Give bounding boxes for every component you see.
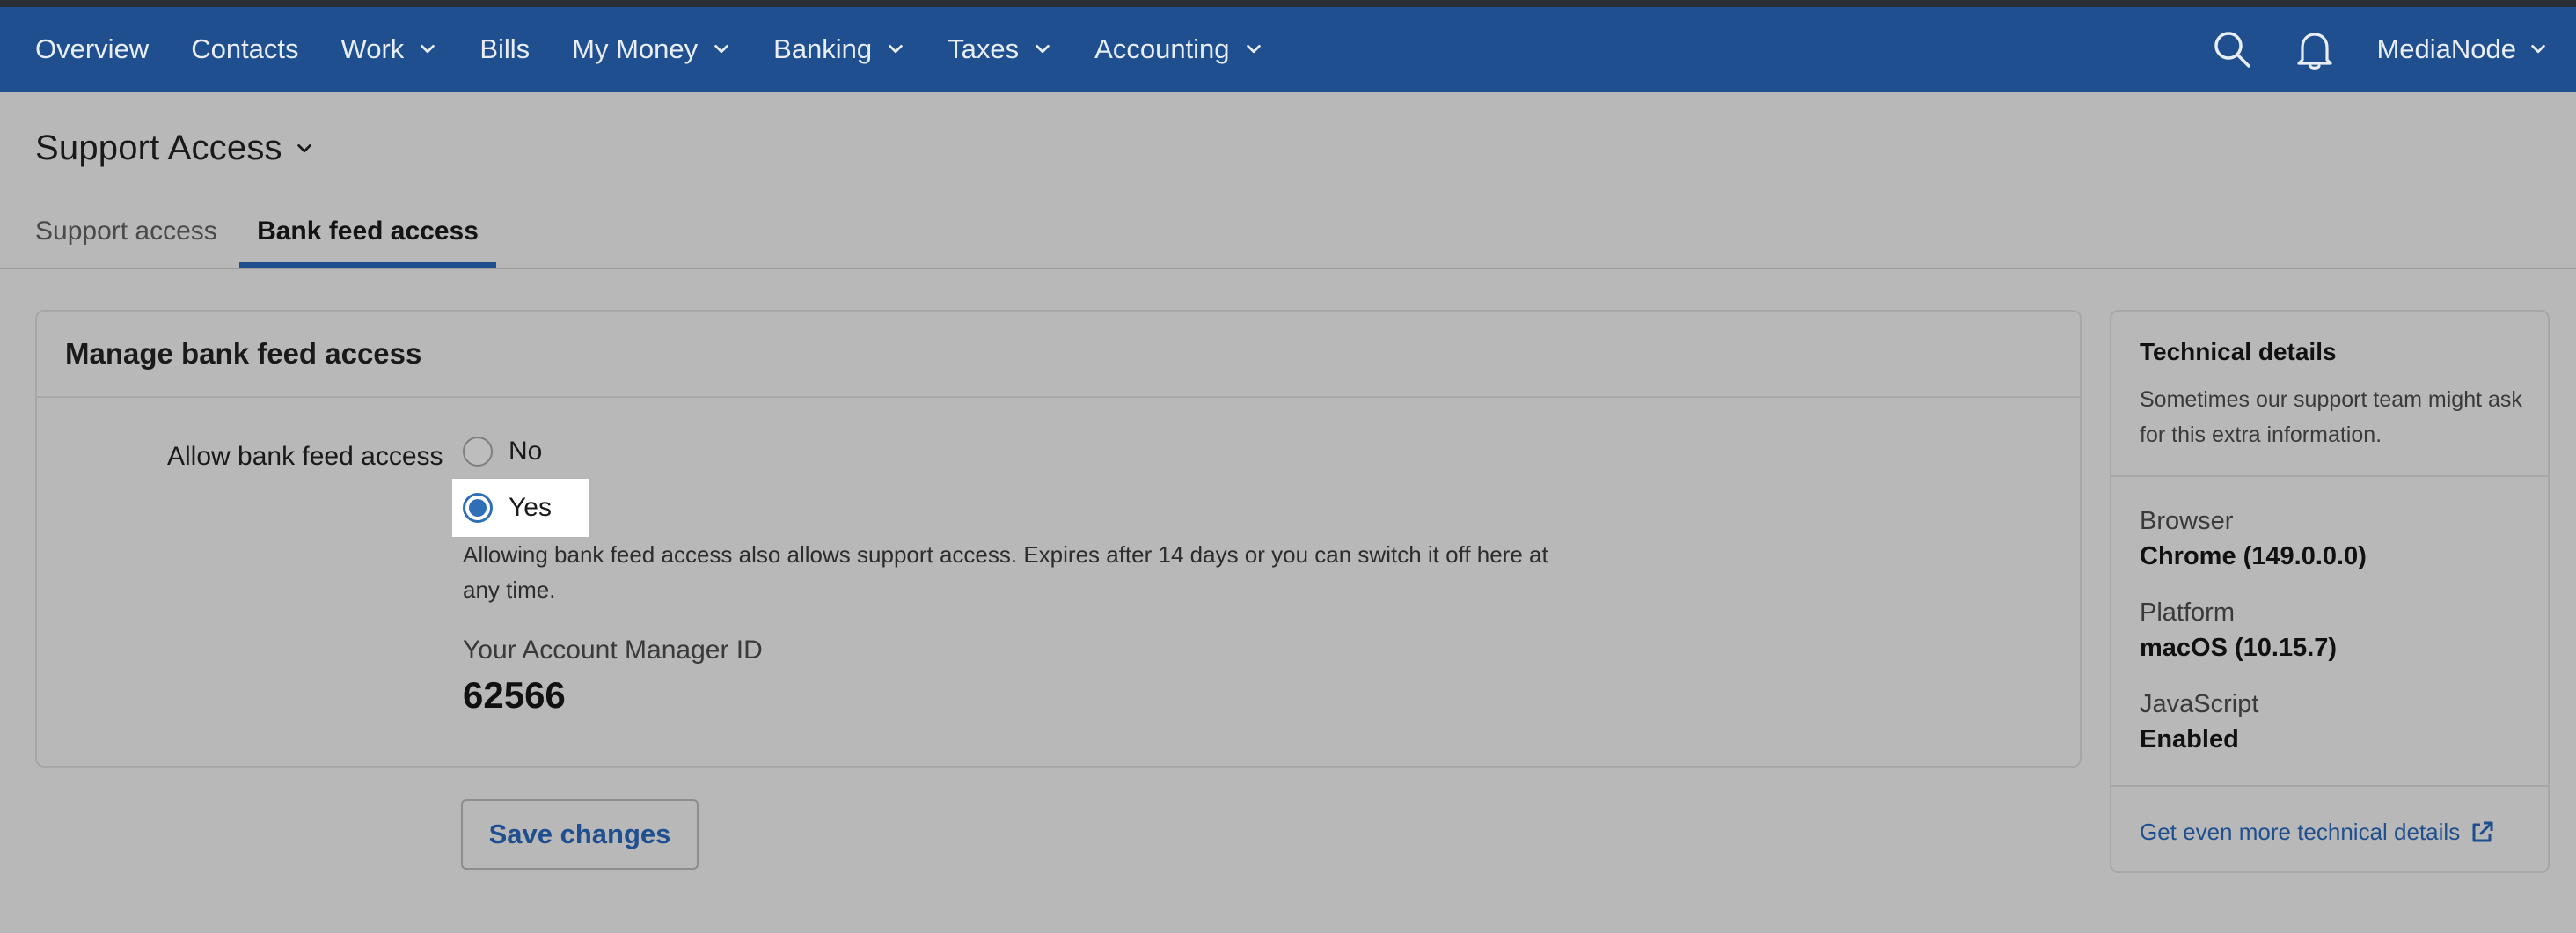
technical-details-description: Sometimes our support team might ask for… — [2140, 387, 2522, 447]
nav-item-accounting[interactable]: Accounting — [1094, 33, 1262, 65]
radio-option-no[interactable]: No — [463, 437, 542, 466]
browser-value: Chrome (149.0.0.0) — [2140, 542, 2367, 570]
nav-item-label: Taxes — [948, 33, 1020, 64]
javascript-label: JavaScript — [2140, 690, 2259, 718]
nav-item-label: Accounting — [1094, 33, 1230, 64]
nav-item-label: Bills — [479, 33, 531, 64]
allow-bank-feed-label: Allow bank feed access — [167, 442, 443, 471]
save-changes-button[interactable]: Save changes — [461, 799, 699, 870]
nav-item-label: Overview — [35, 33, 150, 64]
radio-label: Yes — [509, 493, 552, 522]
platform-value: macOS (10.15.7) — [2140, 634, 2338, 662]
panel-header: Manage bank feed access — [37, 312, 2080, 398]
panel-title: Manage bank feed access — [65, 337, 422, 370]
nav-item-contacts[interactable]: Contacts — [191, 33, 298, 65]
divider — [2111, 475, 2548, 477]
radio-button-unselected[interactable] — [463, 437, 493, 466]
more-technical-details-link[interactable]: Get even more technical details — [2140, 819, 2495, 846]
nav-menu: Overview Contacts Work Bills My Money Ba… — [35, 7, 1306, 92]
chevron-down-icon — [714, 44, 728, 54]
save-button-label: Save changes — [488, 819, 671, 849]
nav-item-my-money[interactable]: My Money — [572, 33, 731, 65]
chevron-down-icon — [2531, 44, 2545, 54]
radio-dot — [469, 499, 487, 517]
nav-item-label: Work — [340, 33, 405, 64]
chevron-down-icon — [1036, 44, 1050, 54]
top-navigation-bar: Overview Contacts Work Bills My Money Ba… — [0, 7, 2576, 92]
bell-icon[interactable] — [2294, 28, 2336, 70]
tab-label: Support access — [35, 217, 217, 246]
nav-item-label: My Money — [572, 33, 699, 64]
account-manager-id: 62566 — [463, 674, 566, 716]
nav-item-bills[interactable]: Bills — [479, 33, 530, 65]
page-title: Support Access — [35, 129, 282, 167]
chevron-down-icon — [1246, 44, 1261, 54]
help-text: Allowing bank feed access also allows su… — [463, 541, 1548, 603]
user-menu[interactable]: MediaNode — [2376, 33, 2548, 65]
nav-item-overview[interactable]: Overview — [35, 33, 149, 65]
search-icon[interactable] — [2211, 28, 2253, 70]
nav-item-taxes[interactable]: Taxes — [948, 33, 1052, 65]
platform-label: Platform — [2140, 599, 2235, 627]
nav-item-banking[interactable]: Banking — [773, 33, 905, 65]
nav-item-label: Banking — [773, 33, 873, 64]
nav-item-work[interactable]: Work — [341, 33, 438, 65]
technical-details-panel: Technical details Sometimes our support … — [2110, 310, 2550, 873]
manage-bank-feed-panel: Manage bank feed access Allow bank feed … — [35, 310, 2082, 768]
window-top-strip — [0, 0, 2576, 7]
link-label: Get even more technical details — [2140, 819, 2461, 845]
tab-bank-feed-access[interactable]: Bank feed access — [239, 201, 496, 268]
tab-support-access[interactable]: Support access — [35, 201, 217, 268]
radio-label: No — [509, 437, 543, 466]
divider — [2111, 785, 2548, 787]
browser-label: Browser — [2140, 507, 2234, 535]
radio-option-yes[interactable]: Yes — [452, 479, 589, 537]
tab-bar: Support access Bank feed access — [0, 201, 2576, 269]
javascript-value: Enabled — [2140, 725, 2239, 753]
nav-utilities: MediaNode — [2211, 7, 2548, 92]
chevron-down-icon — [889, 44, 903, 54]
external-link-icon — [2472, 821, 2493, 841]
technical-details-title: Technical details — [2140, 338, 2337, 365]
nav-item-label: Contacts — [191, 33, 299, 64]
chevron-down-icon — [296, 143, 311, 152]
chevron-down-icon — [421, 44, 435, 54]
user-menu-label: MediaNode — [2376, 33, 2516, 64]
page-title-dropdown[interactable]: Support Access — [35, 129, 314, 168]
radio-button-selected[interactable] — [463, 493, 493, 523]
account-manager-label: Your Account Manager ID — [463, 635, 763, 665]
tab-label: Bank feed access — [257, 217, 479, 246]
